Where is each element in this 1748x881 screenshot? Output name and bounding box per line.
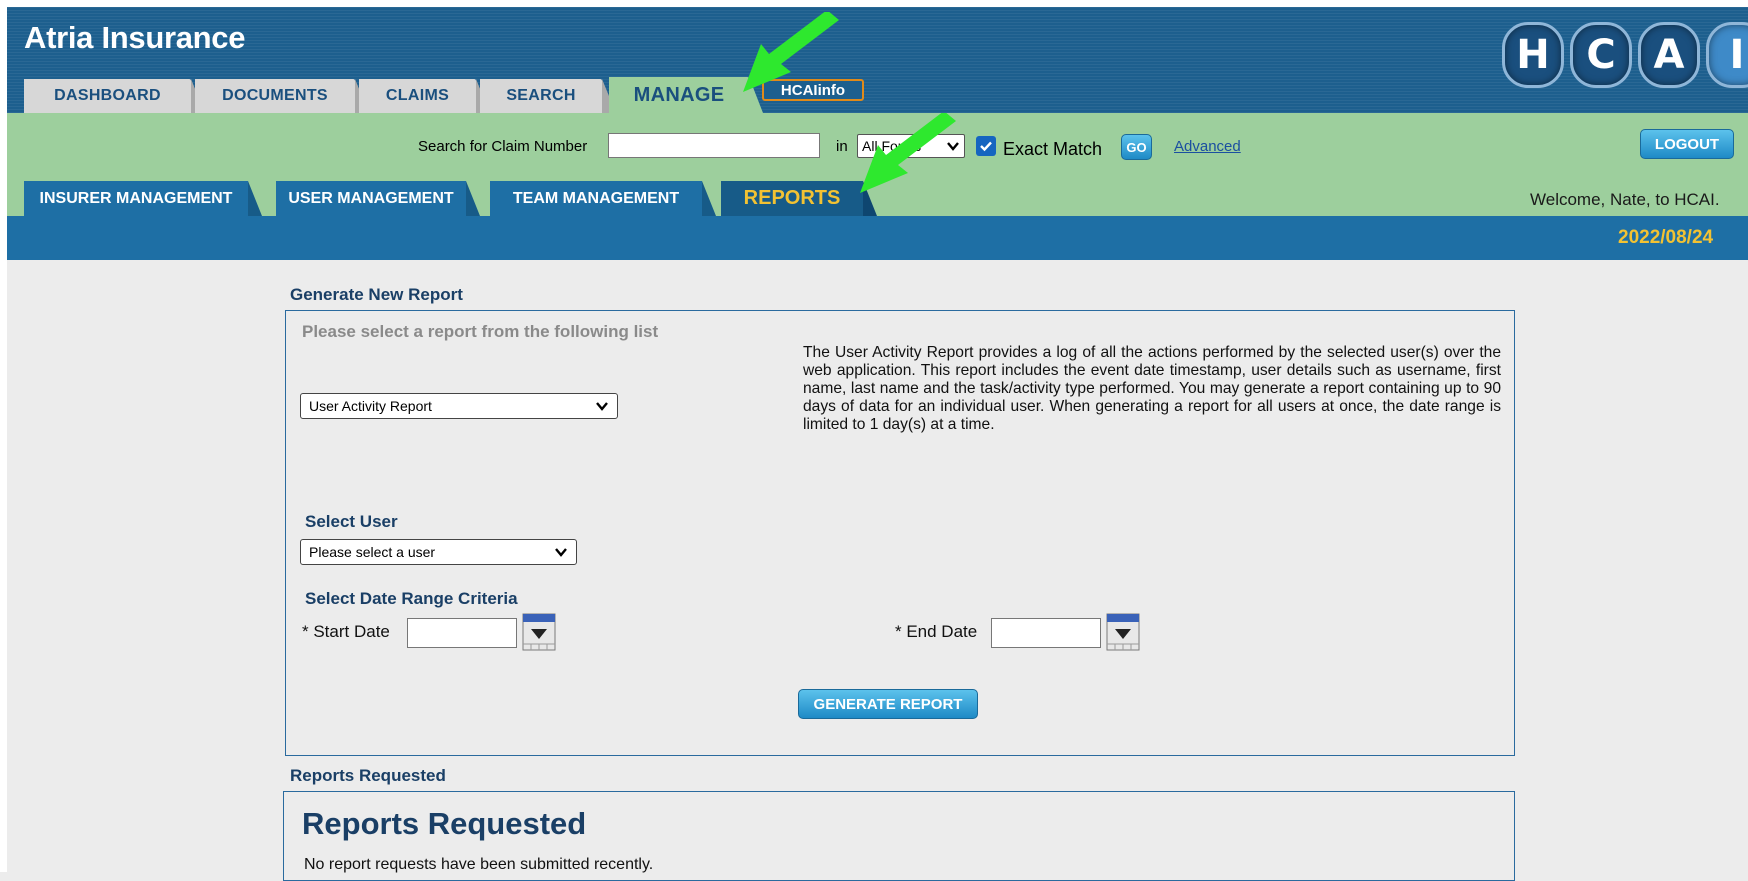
logo-letter: C [1570, 22, 1632, 88]
logout-button[interactable]: LOGOUT [1640, 129, 1734, 159]
user-select-value: Please select a user [309, 544, 436, 560]
current-date: 2022/08/24 [1618, 227, 1714, 248]
exact-match-label: Exact Match [1003, 139, 1103, 159]
logo-letter: A [1638, 22, 1700, 88]
report-type-select[interactable]: User Activity Report [300, 393, 618, 419]
tab-documents[interactable]: DOCUMENTS [195, 79, 369, 113]
requested-section-title: Reports Requested [290, 766, 446, 785]
chevron-down-icon [596, 402, 608, 411]
reports-requested-heading: Reports Requested [302, 806, 587, 841]
calendar-icon[interactable] [522, 613, 556, 651]
tab-search[interactable]: SEARCH [480, 79, 616, 113]
report-description: The User Activity Report provides a log … [803, 344, 1501, 433]
generate-section-title: Generate New Report [290, 285, 463, 304]
logo-letter: I [1706, 22, 1748, 88]
subtab-user-management[interactable]: USER MANAGEMENT [276, 181, 480, 216]
report-type-value: User Activity Report [309, 398, 432, 414]
select-user-label: Select User [305, 512, 398, 531]
tab-manage[interactable]: MANAGE [609, 77, 763, 113]
end-date-label: * End Date [895, 622, 978, 641]
search-label: Search for Claim Number [418, 138, 588, 155]
generate-report-button[interactable]: GENERATE REPORT [798, 689, 978, 719]
date-range-label: Select Date Range Criteria [305, 589, 518, 608]
tab-dashboard[interactable]: DASHBOARD [24, 79, 205, 113]
date-band [7, 216, 1748, 260]
end-date-input[interactable] [991, 618, 1101, 648]
welcome-text: Welcome, Nate, to HCAI. [1530, 190, 1720, 209]
subtab-team-management[interactable]: TEAM MANAGEMENT [490, 181, 716, 216]
start-date-label: * Start Date [302, 622, 390, 641]
exact-match-checkbox[interactable] [976, 136, 996, 156]
start-date-input[interactable] [407, 618, 517, 648]
check-icon [980, 141, 992, 152]
left-strip [0, 0, 7, 872]
advanced-search-link[interactable]: Advanced [1174, 138, 1241, 155]
calendar-icon[interactable] [1106, 613, 1140, 651]
report-select-hint: Please select a report from the followin… [302, 322, 659, 341]
subtab-insurer-management[interactable]: INSURER MANAGEMENT [24, 181, 262, 216]
subtab-reports[interactable]: REPORTS [721, 181, 877, 216]
annotation-arrow-icon [860, 113, 956, 193]
logo-letter: H [1502, 22, 1564, 88]
user-select[interactable]: Please select a user [300, 539, 577, 565]
tab-claims[interactable]: CLAIMS [359, 79, 490, 113]
reports-requested-empty: No report requests have been submitted r… [304, 856, 654, 873]
in-label: in [836, 138, 848, 155]
top-strip [0, 0, 1748, 7]
claim-number-input[interactable] [608, 133, 820, 158]
go-button[interactable]: GO [1121, 134, 1152, 160]
annotation-arrow-icon [743, 12, 839, 92]
hcai-logo: H C A I [1502, 22, 1748, 88]
chevron-down-icon [555, 548, 567, 557]
app-title: Atria Insurance [24, 20, 246, 55]
